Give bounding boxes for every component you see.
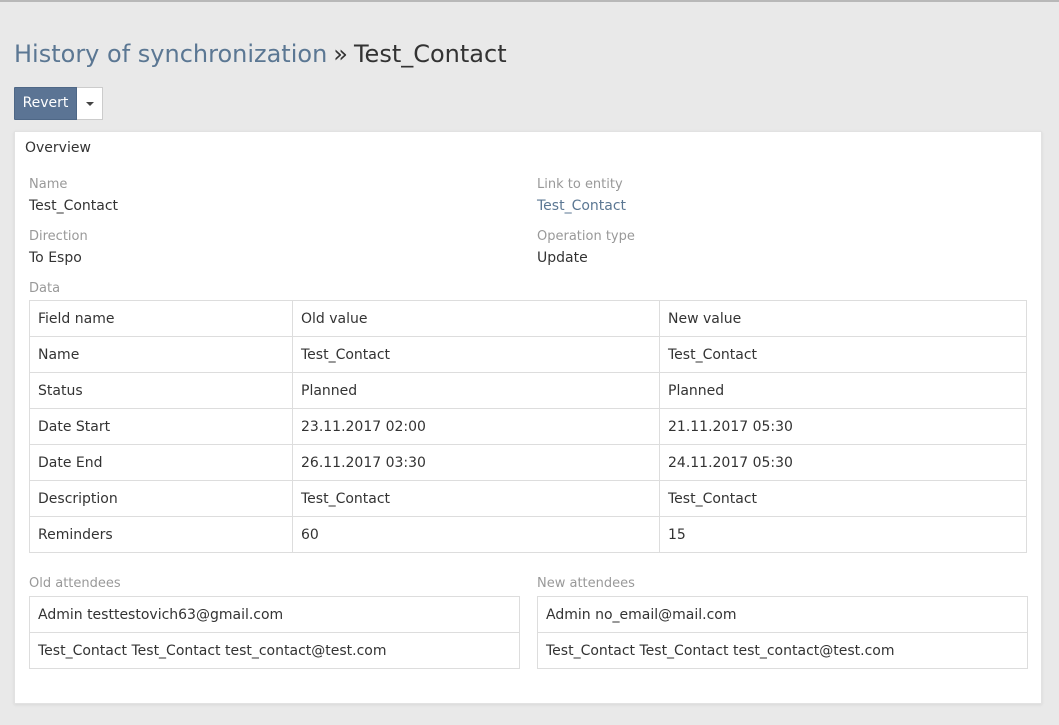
old-attendees-label: Old attendees [29,576,121,591]
table-cell: Date End [29,444,293,481]
table-cell: Test_Contact [659,480,1027,517]
breadcrumb-separator: » [333,40,348,68]
table-row: Description Test_Contact Test_Contact [29,480,1027,517]
more-actions-dropdown-button[interactable] [77,87,103,120]
table-header-row: Field name Old value New value [29,300,1027,337]
direction-label: Direction [29,229,88,244]
table-cell: 60 [292,516,660,553]
data-field: Data [29,279,60,299]
table-cell: 15 [659,516,1027,553]
table-cell: 26.11.2017 03:30 [292,444,660,481]
link-to-entity-field: Link to entity Test_Contact [537,175,626,217]
attendee-entry: Test_Contact Test_Contact test_contact@t… [29,632,520,669]
operation-type-field: Operation type Update [537,227,635,269]
data-label: Data [29,281,61,296]
changes-table: Field name Old value New value Name Test… [29,300,1027,553]
table-cell: 21.11.2017 05:30 [659,408,1027,445]
new-attendees-list: Admin no_email@mail.com Test_Contact Tes… [537,596,1028,669]
table-row: Status Planned Planned [29,372,1027,409]
table-cell: Description [29,480,293,517]
list-item: Test_Contact Test_Contact test_contact@t… [537,632,1028,669]
page-header: History of synchronization» Test_Contact [14,38,507,70]
attendee-entry: Test_Contact Test_Contact test_contact@t… [537,632,1028,669]
list-item: Admin testtestovich63@gmail.com [29,596,520,633]
table-cell: Test_Contact [292,480,660,517]
name-field: Name Test_Contact [29,175,118,217]
attendee-entry: Admin testtestovich63@gmail.com [29,596,520,633]
column-header: New value [659,300,1027,337]
link-to-entity-link[interactable]: Test_Contact [537,195,626,217]
panel-title: Overview [25,140,91,156]
table-cell: Planned [659,372,1027,409]
operation-type-value: Update [537,250,588,266]
overview-panel: Overview Name Test_Contact Link to entit… [14,131,1042,704]
attendee-entry: Admin no_email@mail.com [537,596,1028,633]
link-to-entity-label: Link to entity [537,177,623,192]
old-attendees-list: Admin testtestovich63@gmail.com Test_Con… [29,596,520,669]
breadcrumb-parent-link[interactable]: History of synchronization [14,40,327,68]
operation-type-label: Operation type [537,229,635,244]
name-label: Name [29,177,68,192]
column-header: Field name [29,300,293,337]
table-cell: Name [29,336,293,373]
table-cell: 23.11.2017 02:00 [292,408,660,445]
name-value: Test_Contact [29,198,119,214]
top-border [0,0,1059,2]
page-title: Test_Contact [353,40,507,68]
table-cell: Test_Contact [292,336,660,373]
table-row: Date Start 23.11.2017 02:00 21.11.2017 0… [29,408,1027,445]
table-cell: Status [29,372,293,409]
table-cell: Reminders [29,516,293,553]
caret-down-icon [85,101,94,106]
list-item: Admin no_email@mail.com [537,596,1028,633]
direction-field: Direction To Espo [29,227,88,269]
table-row: Date End 26.11.2017 03:30 24.11.2017 05:… [29,444,1027,481]
table-cell: Date Start [29,408,293,445]
action-button-group: Revert [14,87,103,120]
table-cell: Test_Contact [659,336,1027,373]
column-header: Old value [292,300,660,337]
direction-value: To Espo [29,250,82,266]
table-cell: 24.11.2017 05:30 [659,444,1027,481]
new-attendees-label: New attendees [537,576,635,591]
list-item: Test_Contact Test_Contact test_contact@t… [29,632,520,669]
revert-button[interactable]: Revert [14,87,77,120]
table-cell: Planned [292,372,660,409]
table-row: Reminders 60 15 [29,516,1027,553]
table-row: Name Test_Contact Test_Contact [29,336,1027,373]
